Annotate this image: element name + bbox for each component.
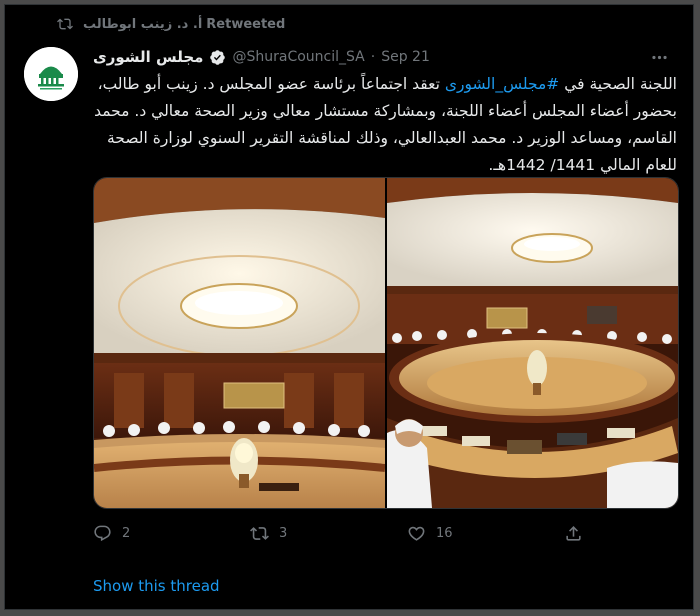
show-thread-link[interactable]: Show this thread bbox=[93, 577, 220, 595]
retweeter-name[interactable]: أ. د. زينب ابوطالب bbox=[83, 17, 202, 32]
heart-icon bbox=[408, 526, 425, 541]
retweet-icon bbox=[57, 16, 73, 32]
tweet-header: مجلس الشورى @ShuraCouncil_SA · Sep 21 bbox=[93, 45, 430, 69]
like-count: 16 bbox=[436, 525, 453, 541]
photo-1[interactable] bbox=[94, 178, 385, 508]
author-name[interactable]: مجلس الشورى bbox=[93, 48, 203, 66]
shura-logo-icon bbox=[24, 47, 78, 101]
share-icon bbox=[566, 525, 581, 541]
meeting-room-photo bbox=[94, 178, 385, 508]
retweet-indicator: أ. د. زينب ابوطالب Retweeted bbox=[57, 13, 285, 35]
tweet-actions: 2 3 16 bbox=[93, 518, 583, 548]
author-handle[interactable]: @ShuraCouncil_SA bbox=[232, 49, 364, 65]
retweeted-label: Retweeted bbox=[206, 16, 286, 32]
like-button[interactable]: 16 bbox=[407, 524, 517, 543]
retweet-button[interactable]: 3 bbox=[250, 524, 360, 543]
tweet-card[interactable]: أ. د. زينب ابوطالب Retweeted مجلس الشورى… bbox=[4, 4, 694, 610]
hashtag-link[interactable]: #مجلس_الشورى bbox=[445, 75, 559, 93]
share-button[interactable] bbox=[564, 524, 583, 543]
more-options-button[interactable] bbox=[649, 47, 669, 67]
photo-2[interactable] bbox=[387, 178, 678, 508]
tweet-text-start: اللجنة الصحية في bbox=[559, 75, 677, 93]
tweet-date[interactable]: Sep 21 bbox=[381, 49, 430, 65]
separator-dot: · bbox=[370, 49, 376, 65]
avatar[interactable] bbox=[24, 47, 78, 101]
tweet-text: اللجنة الصحية في #مجلس_الشورى تعقد اجتما… bbox=[93, 71, 677, 179]
media-grid bbox=[93, 177, 679, 509]
retweet-count: 3 bbox=[279, 525, 288, 541]
reply-icon bbox=[94, 525, 111, 541]
retweet-icon bbox=[250, 526, 269, 540]
more-icon bbox=[651, 55, 667, 59]
reply-count: 2 bbox=[122, 525, 131, 541]
reply-button[interactable]: 2 bbox=[93, 524, 203, 543]
verified-badge-icon bbox=[209, 49, 226, 66]
meeting-table-photo bbox=[387, 178, 678, 508]
